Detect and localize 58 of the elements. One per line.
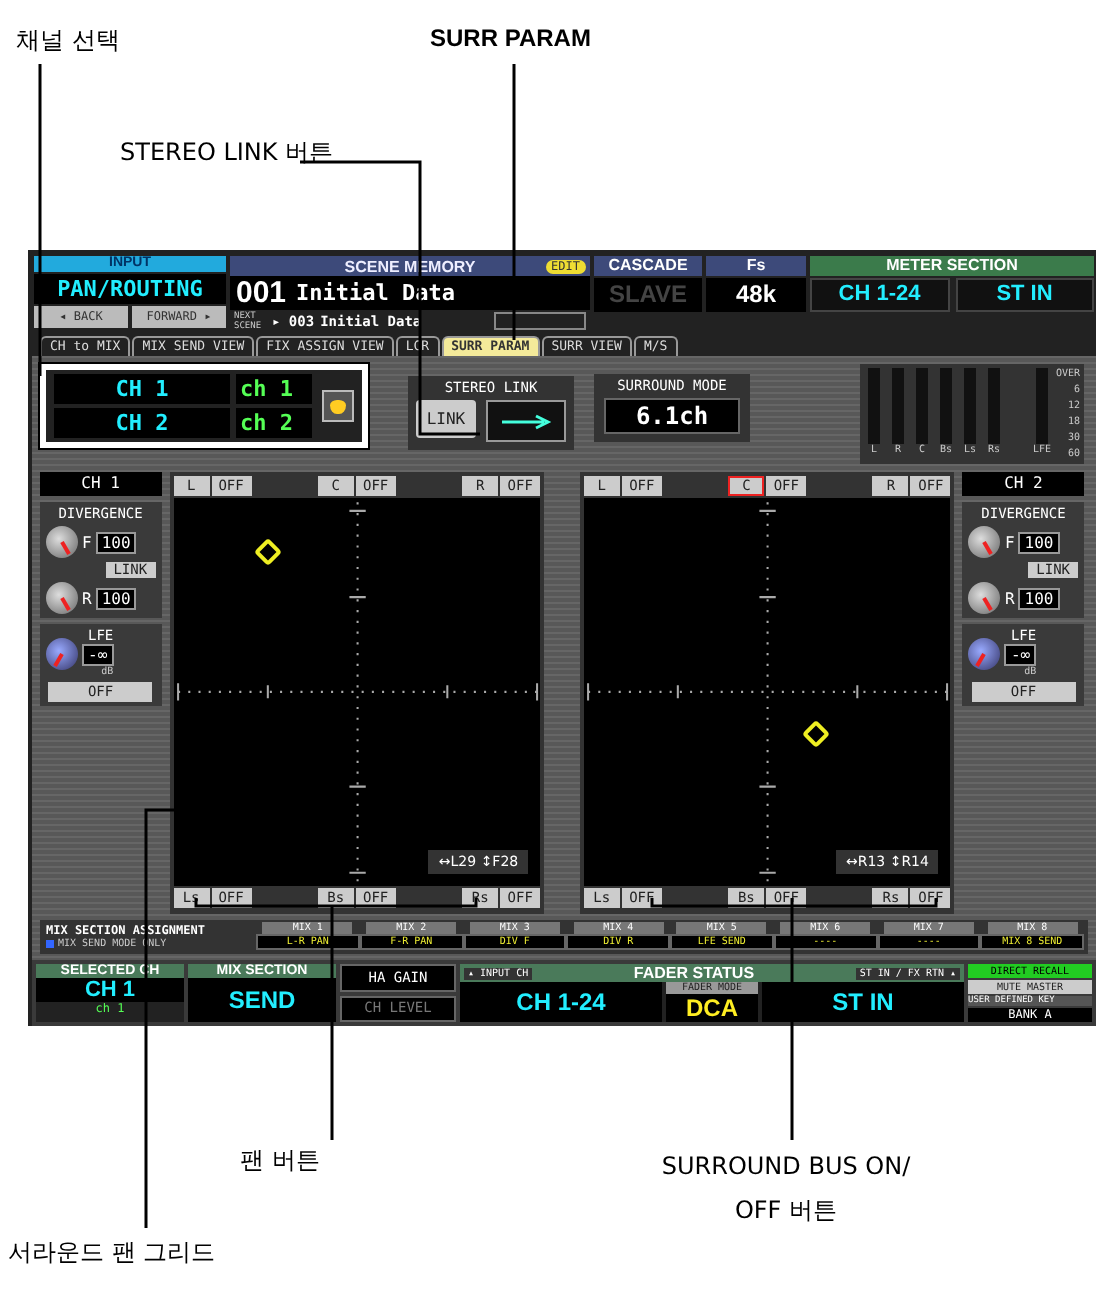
meter-selector[interactable]: ST IN (955, 278, 1094, 312)
mix-section-display[interactable]: SEND (188, 978, 336, 1022)
knob-label: F (82, 533, 92, 551)
st-in-display[interactable]: ST IN (762, 982, 964, 1022)
section-title: FADER STATUS (633, 964, 755, 982)
fader-mode-display[interactable]: DCA (686, 994, 738, 1022)
callout-label: SURR PARAM (430, 24, 591, 52)
sample-rate-display: 48k (706, 278, 806, 312)
knob-icon[interactable] (968, 637, 1001, 669)
channel-name: ch 1 (236, 374, 312, 404)
link-button[interactable]: LINK (416, 400, 476, 438)
knob-icon[interactable] (46, 637, 78, 669)
surround-mode-display: 6.1ch (604, 398, 740, 434)
value-field: 100 (1018, 531, 1060, 553)
callout-label: 팬 버튼 (240, 1144, 320, 1178)
callout-label: 서라운드 팬 그리드 (8, 1236, 216, 1270)
knob-label: R (1004, 589, 1015, 607)
level-meter (891, 368, 904, 444)
level-meter (987, 368, 1000, 444)
meter-selector[interactable]: CH 1-24 (810, 278, 949, 312)
indicator-icon (46, 939, 54, 948)
level-meter (963, 368, 976, 444)
knob-label: R (82, 589, 92, 607)
selected-channel-display[interactable]: CH 1 (36, 978, 184, 1002)
pan-position-marker[interactable] (254, 538, 283, 567)
store-field (494, 312, 586, 330)
value-field: -∞ (1004, 644, 1037, 666)
knob-icon[interactable] (46, 582, 78, 614)
link-mode-selector[interactable] (486, 400, 566, 442)
pair-icon[interactable] (322, 390, 354, 422)
section-title: METER SECTION (810, 256, 1094, 276)
knob-icon[interactable] (46, 526, 78, 558)
channel-name: ch 2 (236, 408, 312, 438)
knob-icon[interactable] (968, 526, 1001, 558)
level-meter (939, 368, 952, 444)
input-channel-display[interactable]: CH 1-24 (460, 982, 662, 1022)
channel-selector[interactable]: CH 1 (54, 374, 230, 404)
value-field: 100 (95, 531, 137, 553)
knob-icon[interactable] (968, 582, 1001, 614)
channel-name: CH 1 (40, 472, 162, 496)
scene-number: 001 (236, 276, 287, 310)
pan-position-marker[interactable] (800, 720, 830, 749)
section-title: Fs (706, 256, 806, 276)
level-meter (867, 368, 880, 444)
level-meter (915, 368, 928, 444)
value-field: 100 (95, 587, 137, 609)
value-field: -∞ (82, 644, 114, 666)
scene-name: Initial Data (296, 280, 456, 306)
level-meter (1035, 368, 1048, 444)
channel-selector[interactable]: CH 2 (54, 408, 230, 438)
knob-label: F (1004, 533, 1015, 551)
section-title: CASCADE (594, 256, 702, 276)
channel-name: CH 2 (962, 472, 1085, 496)
callout-label: SURROUND BUS ON/ OFF 버튼 (659, 1150, 913, 1228)
callout-label: 채널 선택 (16, 24, 120, 58)
function-display: PAN/ROUTING (34, 274, 226, 304)
value-field: 100 (1018, 587, 1060, 609)
cascade-display: SLAVE (594, 278, 702, 312)
